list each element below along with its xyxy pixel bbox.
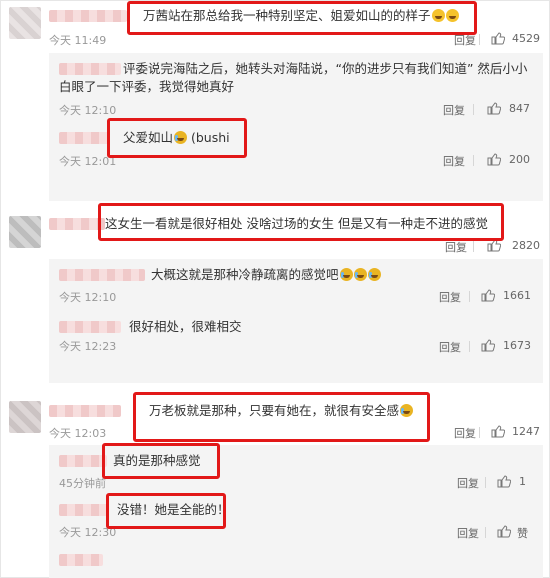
comment-text: 真的是那种感觉 xyxy=(113,453,201,468)
username[interactable] xyxy=(59,132,109,144)
thumbs-up-icon[interactable] xyxy=(487,102,501,115)
divider xyxy=(485,527,486,538)
comment-time: 今天 12:23 xyxy=(59,340,117,353)
comment-text: 没错！她是全能的！ xyxy=(117,502,230,517)
emoji-icon xyxy=(367,268,381,281)
username[interactable] xyxy=(49,405,121,417)
username[interactable] xyxy=(59,269,145,281)
emoji-icon xyxy=(400,404,414,417)
comment-time: 今天 12:01 xyxy=(59,155,117,168)
comment-text: 这女生一看就是很好相处 没啥过场的女生 但是又有一种走不进的感觉 xyxy=(105,216,488,231)
thumbs-up-icon[interactable] xyxy=(491,32,505,45)
like-count: 1661 xyxy=(503,289,531,302)
like-count: 847 xyxy=(509,102,530,115)
comment-time: 今天 12:10 xyxy=(59,104,117,117)
divider xyxy=(485,477,486,488)
like-count: 赞 xyxy=(517,527,528,540)
divider xyxy=(473,104,474,115)
thumbs-up-icon[interactable] xyxy=(497,525,511,538)
divider xyxy=(473,241,474,252)
comment-time: 今天 12:10 xyxy=(59,291,117,304)
comment-text: 很好相处，很难相交 xyxy=(129,319,242,334)
comment-time: 45分钟前 xyxy=(59,477,106,490)
emoji-icon xyxy=(174,131,188,144)
reply-button[interactable]: 回复 xyxy=(457,525,479,541)
emoji-icon xyxy=(339,268,353,281)
divider xyxy=(473,155,474,166)
comment-text: 大概这就是那种冷静疏离的感觉吧 xyxy=(151,266,381,284)
thumbs-up-icon[interactable] xyxy=(487,239,501,252)
reply-button[interactable]: 回复 xyxy=(457,475,479,491)
avatar[interactable] xyxy=(9,216,41,248)
divider xyxy=(479,34,480,45)
reply-button[interactable]: 回复 xyxy=(443,153,465,169)
username[interactable] xyxy=(59,321,121,333)
emoji-icon xyxy=(353,268,367,281)
emoji-icon xyxy=(445,9,459,22)
comment-time: 今天 12:30 xyxy=(59,526,117,539)
reply-button[interactable]: 回复 xyxy=(443,102,465,118)
reply-button[interactable]: 回复 xyxy=(445,239,467,255)
username[interactable] xyxy=(49,10,127,22)
like-count: 1 xyxy=(519,475,526,488)
comment-text: 评委说完海陆之后，她转头对海陆说，“你的进步只有我们知道” 然后小小白眼了一下评… xyxy=(59,61,528,94)
like-count: 1247 xyxy=(512,425,540,438)
reply-button[interactable]: 回复 xyxy=(454,425,476,441)
comment-time: 今天 11:49 xyxy=(49,34,107,47)
divider xyxy=(479,427,480,438)
divider xyxy=(469,291,470,302)
thumbs-up-icon[interactable] xyxy=(491,425,505,438)
comment-time: 今天 12:03 xyxy=(49,427,107,440)
thumbs-up-icon[interactable] xyxy=(481,339,495,352)
reply-button[interactable]: 回复 xyxy=(439,339,461,355)
thumbs-up-icon[interactable] xyxy=(481,289,495,302)
username[interactable] xyxy=(49,218,105,230)
like-count: 1673 xyxy=(503,339,531,352)
avatar[interactable] xyxy=(9,401,41,433)
comment-text: 父爱如山 (bushi xyxy=(123,130,230,145)
emoji-icon xyxy=(431,9,445,22)
like-count: 200 xyxy=(509,153,530,166)
like-count: 2820 xyxy=(512,239,540,252)
reply-button[interactable]: 回复 xyxy=(439,289,461,305)
comment-text: 万老板就是那种，只要有她在，就很有安全感 xyxy=(149,402,414,420)
like-count: 4529 xyxy=(512,32,540,45)
comment-text: 万茜站在那总给我一种特别坚定、姐爱如山的的样子 xyxy=(143,7,459,25)
thumbs-up-icon[interactable] xyxy=(487,153,501,166)
username[interactable] xyxy=(59,504,109,516)
divider xyxy=(469,341,470,352)
thumbs-up-icon[interactable] xyxy=(497,475,511,488)
reply-button[interactable]: 回复 xyxy=(454,32,476,48)
username[interactable] xyxy=(59,554,103,566)
username[interactable] xyxy=(59,455,107,467)
avatar[interactable] xyxy=(9,7,41,39)
comment-panel: 万茜站在那总给我一种特别坚定、姐爱如山的的样子 今天 11:49 回复 4529… xyxy=(0,0,550,578)
